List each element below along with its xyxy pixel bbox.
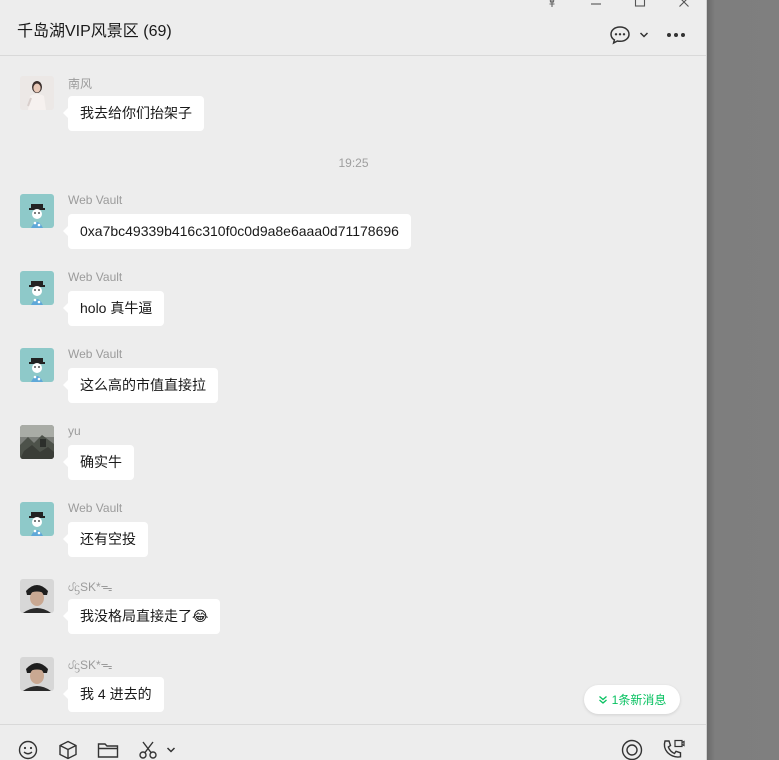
dark-photo-avatar[interactable]: [20, 579, 54, 613]
emoji-icon[interactable]: [18, 739, 38, 760]
sender-name: Web Vault: [68, 501, 123, 515]
chat-bubble-icon[interactable]: [609, 24, 631, 46]
sender-name: Web Vault: [68, 347, 123, 361]
message-bubble[interactable]: 这么高的市值直接拉: [63, 368, 218, 403]
message-text: 我去给你们抬架子: [80, 105, 192, 121]
double-chevron-down-icon: [598, 695, 607, 704]
chevron-down-icon[interactable]: [638, 24, 650, 46]
laughing-emoji: 😂: [192, 608, 209, 624]
message-bubble[interactable]: 我没格局直接走了😂: [62, 599, 221, 634]
message-text: 还有空投: [80, 531, 136, 547]
message-bubble[interactable]: 我去给你们抬架子: [63, 96, 204, 131]
message-bubble[interactable]: holo 真牛逼: [62, 291, 165, 326]
message-text: holo 真牛逼: [80, 300, 153, 316]
chat-header: 千岛湖VIP风景区 (69): [0, 0, 706, 56]
chevron-down-icon[interactable]: [166, 739, 176, 760]
scissors-icon[interactable]: [138, 739, 158, 760]
message-text: 确实牛: [80, 454, 122, 470]
message-bubble[interactable]: 我 4 进去的: [63, 677, 164, 712]
person-photo-avatar[interactable]: [20, 76, 54, 110]
message-text: 我没格局直接走了: [80, 608, 192, 624]
message-bubble[interactable]: 还有空投: [63, 522, 148, 557]
folder-icon[interactable]: [97, 739, 119, 760]
cartoon-avatar[interactable]: [20, 348, 54, 382]
sender-name: yu: [68, 424, 81, 438]
maximize-icon[interactable]: [630, 0, 650, 10]
close-icon[interactable]: [674, 0, 694, 10]
new-message-badge[interactable]: 1条新消息: [584, 685, 680, 714]
message-text: 0xa7bc49339b416c310f0c0d9a8e6aaa0d711786…: [80, 223, 399, 239]
sender-name: Web Vault: [68, 193, 123, 207]
landscape-avatar[interactable]: [20, 425, 54, 459]
pin-icon[interactable]: [542, 0, 562, 10]
more-icon[interactable]: [665, 24, 687, 46]
message-text: 这么高的市值直接拉: [80, 377, 206, 393]
chat-title: 千岛湖VIP风景区 (69): [17, 23, 172, 40]
sender-name: ᦔᦓSK*ᯓ: [68, 580, 113, 594]
sender-name: Web Vault: [68, 270, 123, 284]
cartoon-avatar[interactable]: [20, 502, 54, 536]
desktop-background: [707, 0, 779, 760]
timestamp: 19:25: [338, 156, 369, 170]
cube-icon[interactable]: [58, 739, 78, 760]
sender-name: 南风: [68, 77, 93, 91]
live-icon[interactable]: [621, 739, 643, 760]
minimize-icon[interactable]: [586, 0, 606, 10]
message-bubble[interactable]: 确实牛: [63, 445, 134, 480]
cartoon-avatar[interactable]: [20, 271, 54, 305]
cartoon-avatar[interactable]: [20, 194, 54, 228]
input-toolbar: [0, 724, 706, 760]
message-text: 我 4 进去的: [80, 686, 152, 702]
message-bubble[interactable]: 0xa7bc49339b416c310f0c0d9a8e6aaa0d711786…: [63, 214, 411, 249]
new-message-text: 1条新消息: [611, 693, 667, 707]
chat-window: 千岛湖VIP风景区 (69) 南风 我去给你们抬架子 19:25 Web Vau…: [0, 0, 707, 760]
phone-icon[interactable]: [661, 739, 685, 760]
dark-photo-avatar[interactable]: [20, 657, 54, 691]
sender-name: ᦔᦓSK*ᯓ: [68, 658, 113, 672]
